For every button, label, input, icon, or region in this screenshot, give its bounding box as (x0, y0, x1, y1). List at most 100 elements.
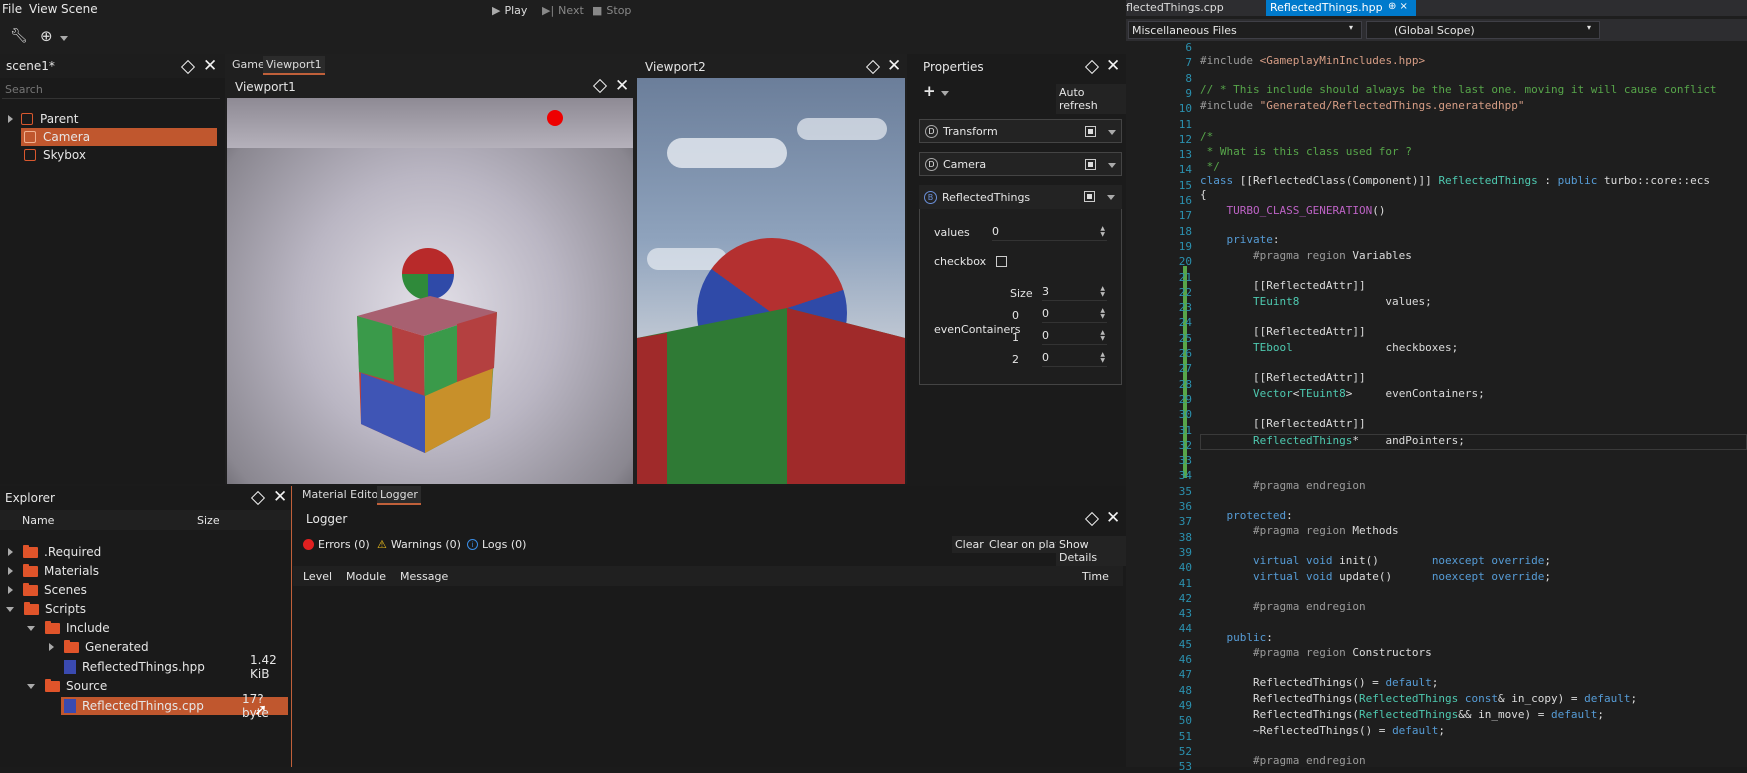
mouse-cursor-icon: ➚ (254, 700, 268, 719)
scene-item-skybox[interactable]: Skybox (21, 146, 217, 164)
tab-viewport1[interactable]: Viewport1 (263, 56, 325, 75)
close-icon[interactable]: ✕ (273, 489, 287, 506)
code-line: ReflectedThings(ReflectedThings const& i… (1200, 692, 1638, 705)
spinner-icon[interactable]: ▲ ▼ (1100, 308, 1105, 320)
line-number: 24 (1178, 316, 1192, 330)
line-number: 25 (1178, 331, 1192, 345)
checkbox-input[interactable] (996, 256, 1007, 267)
chevron-down-icon[interactable] (60, 31, 68, 44)
clear-button[interactable]: Clear (952, 536, 987, 553)
dock-icon[interactable] (1084, 511, 1100, 527)
chevron-down-icon[interactable] (1107, 195, 1115, 200)
column-time[interactable]: Time (1082, 570, 1109, 583)
tab-logger[interactable]: Logger (377, 486, 421, 505)
tab-material-editor[interactable]: Material Editor (299, 486, 386, 503)
menu-file[interactable]: File (2, 2, 22, 16)
column-module[interactable]: Module (346, 570, 386, 583)
component-enable-toggle[interactable] (1085, 159, 1096, 170)
line-number: 26 (1178, 347, 1192, 360)
component-transform[interactable]: D Transform (919, 119, 1122, 143)
dock-icon[interactable] (250, 490, 266, 506)
tree-item-required[interactable]: .Required (8, 543, 101, 561)
component-enable-toggle[interactable] (1084, 191, 1095, 202)
code-line: { (1200, 188, 1207, 201)
dock-icon[interactable] (865, 59, 881, 75)
code-line: Vector<TEuint8> evenContainers; (1252, 387, 1485, 400)
spinner-icon[interactable]: ▲ ▼ (1100, 226, 1105, 238)
tree-item-generated[interactable]: Generated (49, 638, 149, 656)
viewport2-render[interactable] (637, 78, 905, 484)
scene-item-parent[interactable]: Parent (8, 110, 218, 128)
pin-icon[interactable]: ⊕ × (1388, 1, 1408, 12)
project-dropdown[interactable]: Miscellaneous Files ▾ (1128, 21, 1362, 39)
show-details-button[interactable]: Show Details (1056, 536, 1126, 566)
wrench-icon[interactable]: 🔧︎ (10, 28, 28, 44)
dock-icon[interactable] (1084, 59, 1100, 75)
expand-icon[interactable] (8, 548, 13, 556)
component-icon: B (924, 190, 937, 204)
add-component-button[interactable]: + (923, 82, 949, 100)
tab-reflectedthings-cpp[interactable]: flectedThings.cpp (1126, 1, 1224, 14)
component-enable-toggle[interactable] (1085, 126, 1096, 137)
spinner-icon[interactable]: ▲ ▼ (1100, 286, 1105, 298)
collapse-icon[interactable] (27, 625, 35, 631)
collapse-icon[interactable] (6, 606, 14, 612)
tree-item-include[interactable]: Include (27, 619, 110, 637)
auto-refresh-button[interactable]: Auto refresh (1056, 84, 1126, 114)
tab-reflectedthings-hpp[interactable]: ReflectedThings.hpp ⊕ × (1266, 0, 1416, 16)
column-message[interactable]: Message (400, 570, 448, 583)
chevron-down-icon[interactable] (1108, 163, 1116, 168)
column-size[interactable]: Size (197, 514, 220, 527)
close-icon[interactable]: ✕ (1106, 58, 1120, 75)
clear-on-play-button[interactable]: Clear on play (986, 536, 1065, 553)
collapse-icon[interactable] (27, 683, 35, 689)
line-number: 37 (1178, 515, 1192, 529)
chevron-down-icon[interactable] (1108, 130, 1116, 135)
close-icon[interactable]: ✕ (1106, 510, 1120, 527)
expand-icon[interactable] (8, 567, 13, 575)
values-input[interactable]: 0 ▲ ▼ (992, 223, 1107, 241)
expand-icon[interactable] (49, 643, 54, 651)
play-button[interactable]: ▶ Play (492, 4, 527, 17)
tab-game[interactable]: Game (229, 56, 268, 73)
size-input[interactable]: 3 ▲ ▼ (1042, 283, 1107, 301)
tree-item-materials[interactable]: Materials (8, 562, 99, 580)
line-number: 44 (1178, 622, 1192, 636)
expand-icon[interactable] (8, 586, 13, 594)
cube-object[interactable] (637, 308, 905, 484)
tree-item-source[interactable]: Source (27, 677, 107, 695)
close-icon[interactable]: ✕ (615, 78, 629, 95)
tree-item-scenes[interactable]: Scenes (8, 581, 87, 599)
errors-filter[interactable]: Errors (0) (303, 538, 370, 551)
even-containers-item[interactable]: 0 ▲ ▼ (1042, 327, 1107, 345)
menu-scene[interactable]: Scene (61, 2, 98, 16)
dock-icon[interactable] (592, 78, 608, 94)
component-reflectedthings-header[interactable]: B ReflectedThings (919, 185, 1122, 209)
light-gizmo-icon[interactable] (547, 110, 563, 126)
warnings-filter[interactable]: ⚠ Warnings (0) (377, 538, 461, 551)
scope-dropdown[interactable]: (Global Scope) ▾ (1366, 21, 1600, 39)
close-icon[interactable]: ✕ (203, 58, 217, 75)
close-icon[interactable]: ✕ (887, 58, 901, 75)
spinner-icon[interactable]: ▲ ▼ (1100, 330, 1105, 342)
tree-item-hpp[interactable]: ReflectedThings.hpp 1.42 KiB (64, 653, 290, 681)
add-circle-icon[interactable]: ⊕ (40, 27, 53, 45)
line-number: 16 (1178, 194, 1192, 207)
viewport1-render[interactable] (227, 98, 633, 484)
logs-filter[interactable]: i Logs (0) (467, 538, 526, 551)
tree-item-scripts[interactable]: Scripts (6, 600, 86, 618)
scene-item-camera[interactable]: Camera (21, 128, 217, 146)
column-level[interactable]: Level (303, 570, 332, 583)
column-name[interactable]: Name (22, 514, 54, 527)
stop-button[interactable]: ■ Stop (592, 4, 631, 17)
expand-icon[interactable] (8, 115, 13, 123)
menu-view[interactable]: View (29, 2, 57, 16)
component-camera[interactable]: D Camera (919, 152, 1122, 176)
even-containers-item[interactable]: 0 ▲ ▼ (1042, 349, 1107, 367)
even-containers-item[interactable]: 0 ▲ ▼ (1042, 305, 1107, 323)
scene-search-input[interactable] (2, 81, 220, 99)
spinner-icon[interactable]: ▲ ▼ (1100, 352, 1105, 364)
folder-icon (45, 678, 60, 692)
next-button[interactable]: ▶| Next (542, 4, 584, 17)
cube-object[interactable] (357, 278, 507, 453)
